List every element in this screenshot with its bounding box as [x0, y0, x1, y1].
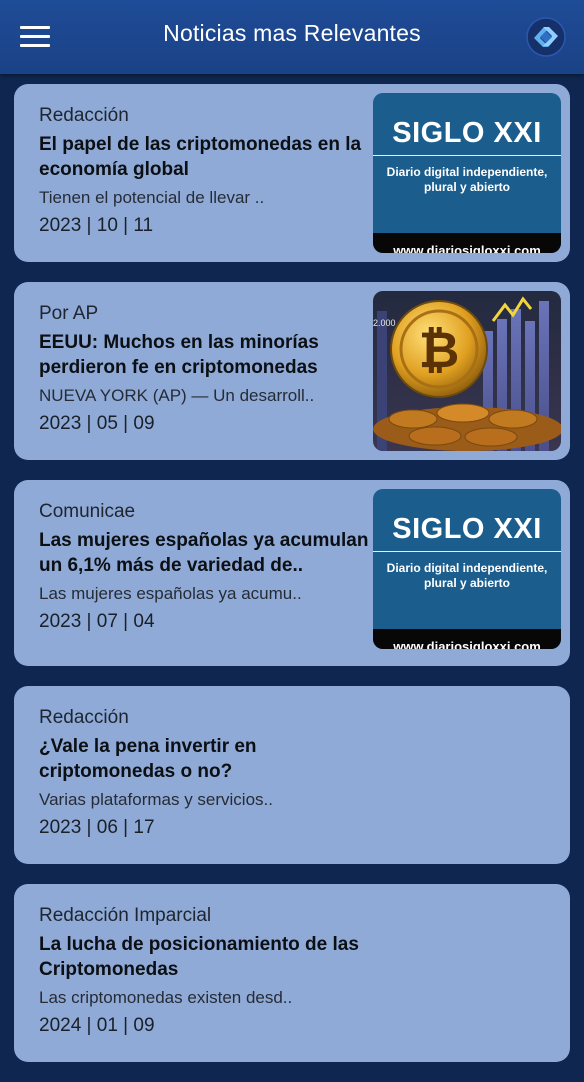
news-date: 2023 | 07 | 04 [39, 611, 155, 632]
news-headline: EEUU: Muchos en las minorías perdieron f… [39, 332, 319, 378]
news-snippet: Tienen el potencial de llevar .. [39, 188, 265, 207]
news-card[interactable]: Redacción Imparcial La lucha de posicion… [14, 884, 570, 1062]
thumbnail-divider [373, 551, 561, 552]
news-card[interactable]: Comunicae Las mujeres españolas ya acumu… [14, 480, 570, 666]
news-headline: ¿Vale la pena invertir en criptomonedas … [39, 736, 257, 782]
news-date: 2024 | 01 | 09 [39, 1015, 155, 1036]
news-card-text: Redacción ¿Vale la pena invertir en crip… [39, 706, 560, 840]
news-snippet: NUEVA YORK (AP) — Un desarroll.. [39, 386, 315, 405]
thumbnail-url: www.diariosigloxxi.com [393, 639, 541, 649]
news-headline: Las mujeres españolas ya acumulan un 6,1… [39, 530, 369, 576]
news-thumbnail: SIGLO XXI Diario digital independiente, … [373, 489, 561, 649]
news-card[interactable]: Redacción ¿Vale la pena invertir en crip… [14, 686, 570, 864]
thumbnail-divider [373, 155, 561, 156]
news-headline: La lucha de posicionamiento de las Cript… [39, 934, 359, 980]
thumbnail-title: SIGLO XXI [392, 513, 542, 545]
news-card[interactable]: Por AP EEUU: Muchos en las minorías perd… [14, 282, 570, 460]
app-logo-icon[interactable] [526, 17, 566, 57]
thumbnail-subtitle-line: plural y abierto [423, 180, 511, 194]
news-date: 2023 | 06 | 17 [39, 817, 155, 838]
thumbnail-subtitle-line: Diario digital independiente, [386, 165, 548, 179]
thumbnail-title: SIGLO XXI [392, 117, 542, 149]
news-card-text: Comunicae Las mujeres españolas ya acumu… [39, 500, 374, 634]
thumbnail-subtitle: Diario digital independiente, plural y a… [373, 165, 561, 195]
news-snippet: Las criptomonedas existen desd.. [39, 988, 293, 1007]
bitcoin-icon: ₿ [419, 321, 460, 379]
chart-axis-label: 2.000 [373, 318, 396, 328]
news-card-text: Redacción Imparcial La lucha de posicion… [39, 904, 560, 1038]
thumbnail-url: www.diariosigloxxi.com [393, 243, 541, 253]
news-date: 2023 | 05 | 09 [39, 413, 155, 434]
news-card-text: Por AP EEUU: Muchos en las minorías perd… [39, 302, 374, 436]
thumbnail-subtitle-line: plural y abierto [423, 576, 511, 590]
news-source: Redacción [39, 707, 129, 728]
thumbnail-subtitle-line: Diario digital independiente, [386, 561, 548, 575]
news-feed: Redacción El papel de las criptomonedas … [14, 84, 570, 1082]
news-source: Redacción [39, 105, 129, 126]
news-source: Comunicae [39, 501, 136, 522]
app-bar: Noticias mas Relevantes [0, 0, 584, 74]
news-source: Por AP [39, 303, 99, 324]
news-snippet: Las mujeres españolas ya acumu.. [39, 584, 302, 603]
news-card[interactable]: Redacción El papel de las criptomonedas … [14, 84, 570, 262]
page-title: Noticias mas Relevantes [163, 20, 421, 46]
news-snippet: Varias plataformas y servicios.. [39, 790, 273, 809]
news-source: Redacción Imparcial [39, 905, 212, 926]
news-card-text: Redacción El papel de las criptomonedas … [39, 104, 374, 238]
news-date: 2023 | 10 | 11 [39, 215, 154, 236]
thumbnail-subtitle: Diario digital independiente, plural y a… [373, 561, 561, 591]
news-thumbnail: SIGLO XXI Diario digital independiente, … [373, 93, 561, 253]
bitcoin-thumbnail: 2.000 ₿ [373, 291, 561, 451]
news-headline: El papel de las criptomonedas en la econ… [39, 134, 362, 180]
